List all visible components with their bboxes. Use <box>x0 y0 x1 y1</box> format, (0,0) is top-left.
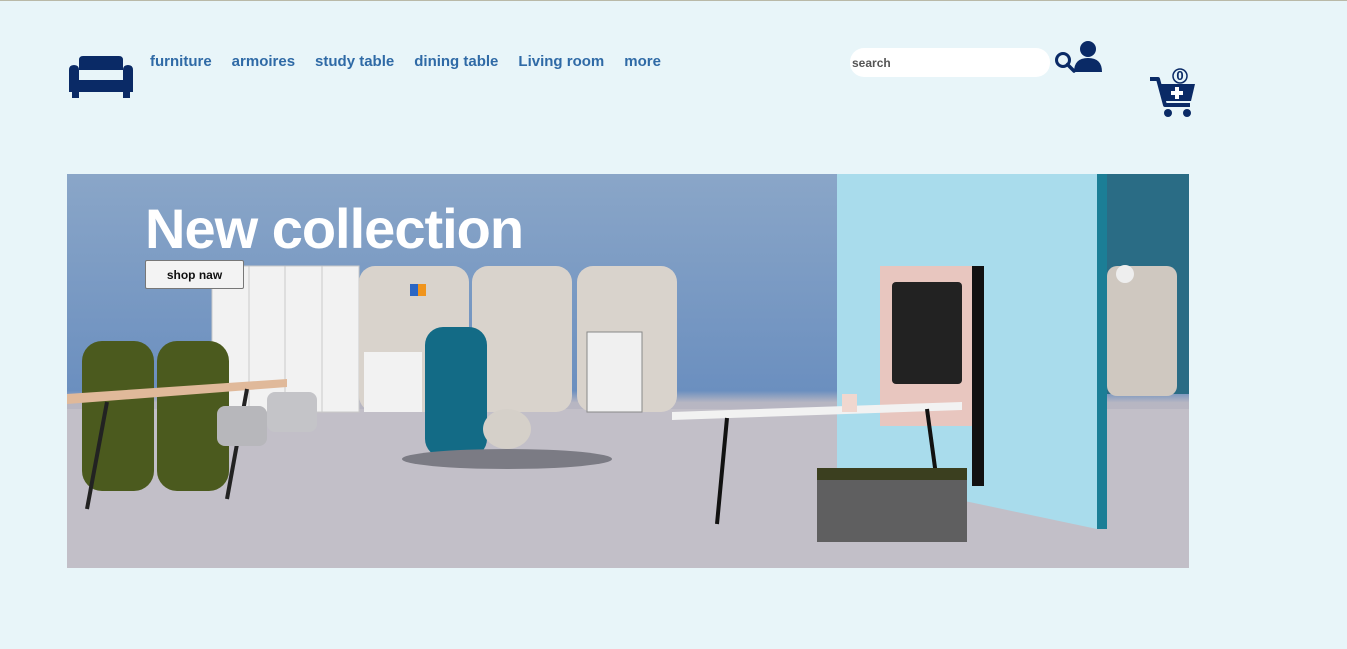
search-icon[interactable] <box>1054 51 1076 73</box>
hero-banner: New collection shop naw <box>67 174 1189 568</box>
nav-link-study-table[interactable]: study table <box>315 53 394 70</box>
main-nav: furniture armoires study table dining ta… <box>150 53 681 70</box>
nav-link-furniture[interactable]: furniture <box>150 53 212 70</box>
search-input[interactable] <box>850 48 1050 77</box>
cart-count-badge: 0 <box>1176 68 1184 83</box>
hero-title: New collection <box>145 197 524 260</box>
nav-link-armoires[interactable]: armoires <box>232 53 295 70</box>
nav-link-living-room[interactable]: Living room <box>518 53 604 70</box>
shop-now-button[interactable]: shop naw <box>145 260 244 289</box>
nav-link-dining-table[interactable]: dining table <box>414 53 498 70</box>
sofa-icon[interactable] <box>69 56 133 98</box>
nav-link-more[interactable]: more <box>624 53 661 70</box>
user-icon[interactable] <box>1074 40 1102 72</box>
